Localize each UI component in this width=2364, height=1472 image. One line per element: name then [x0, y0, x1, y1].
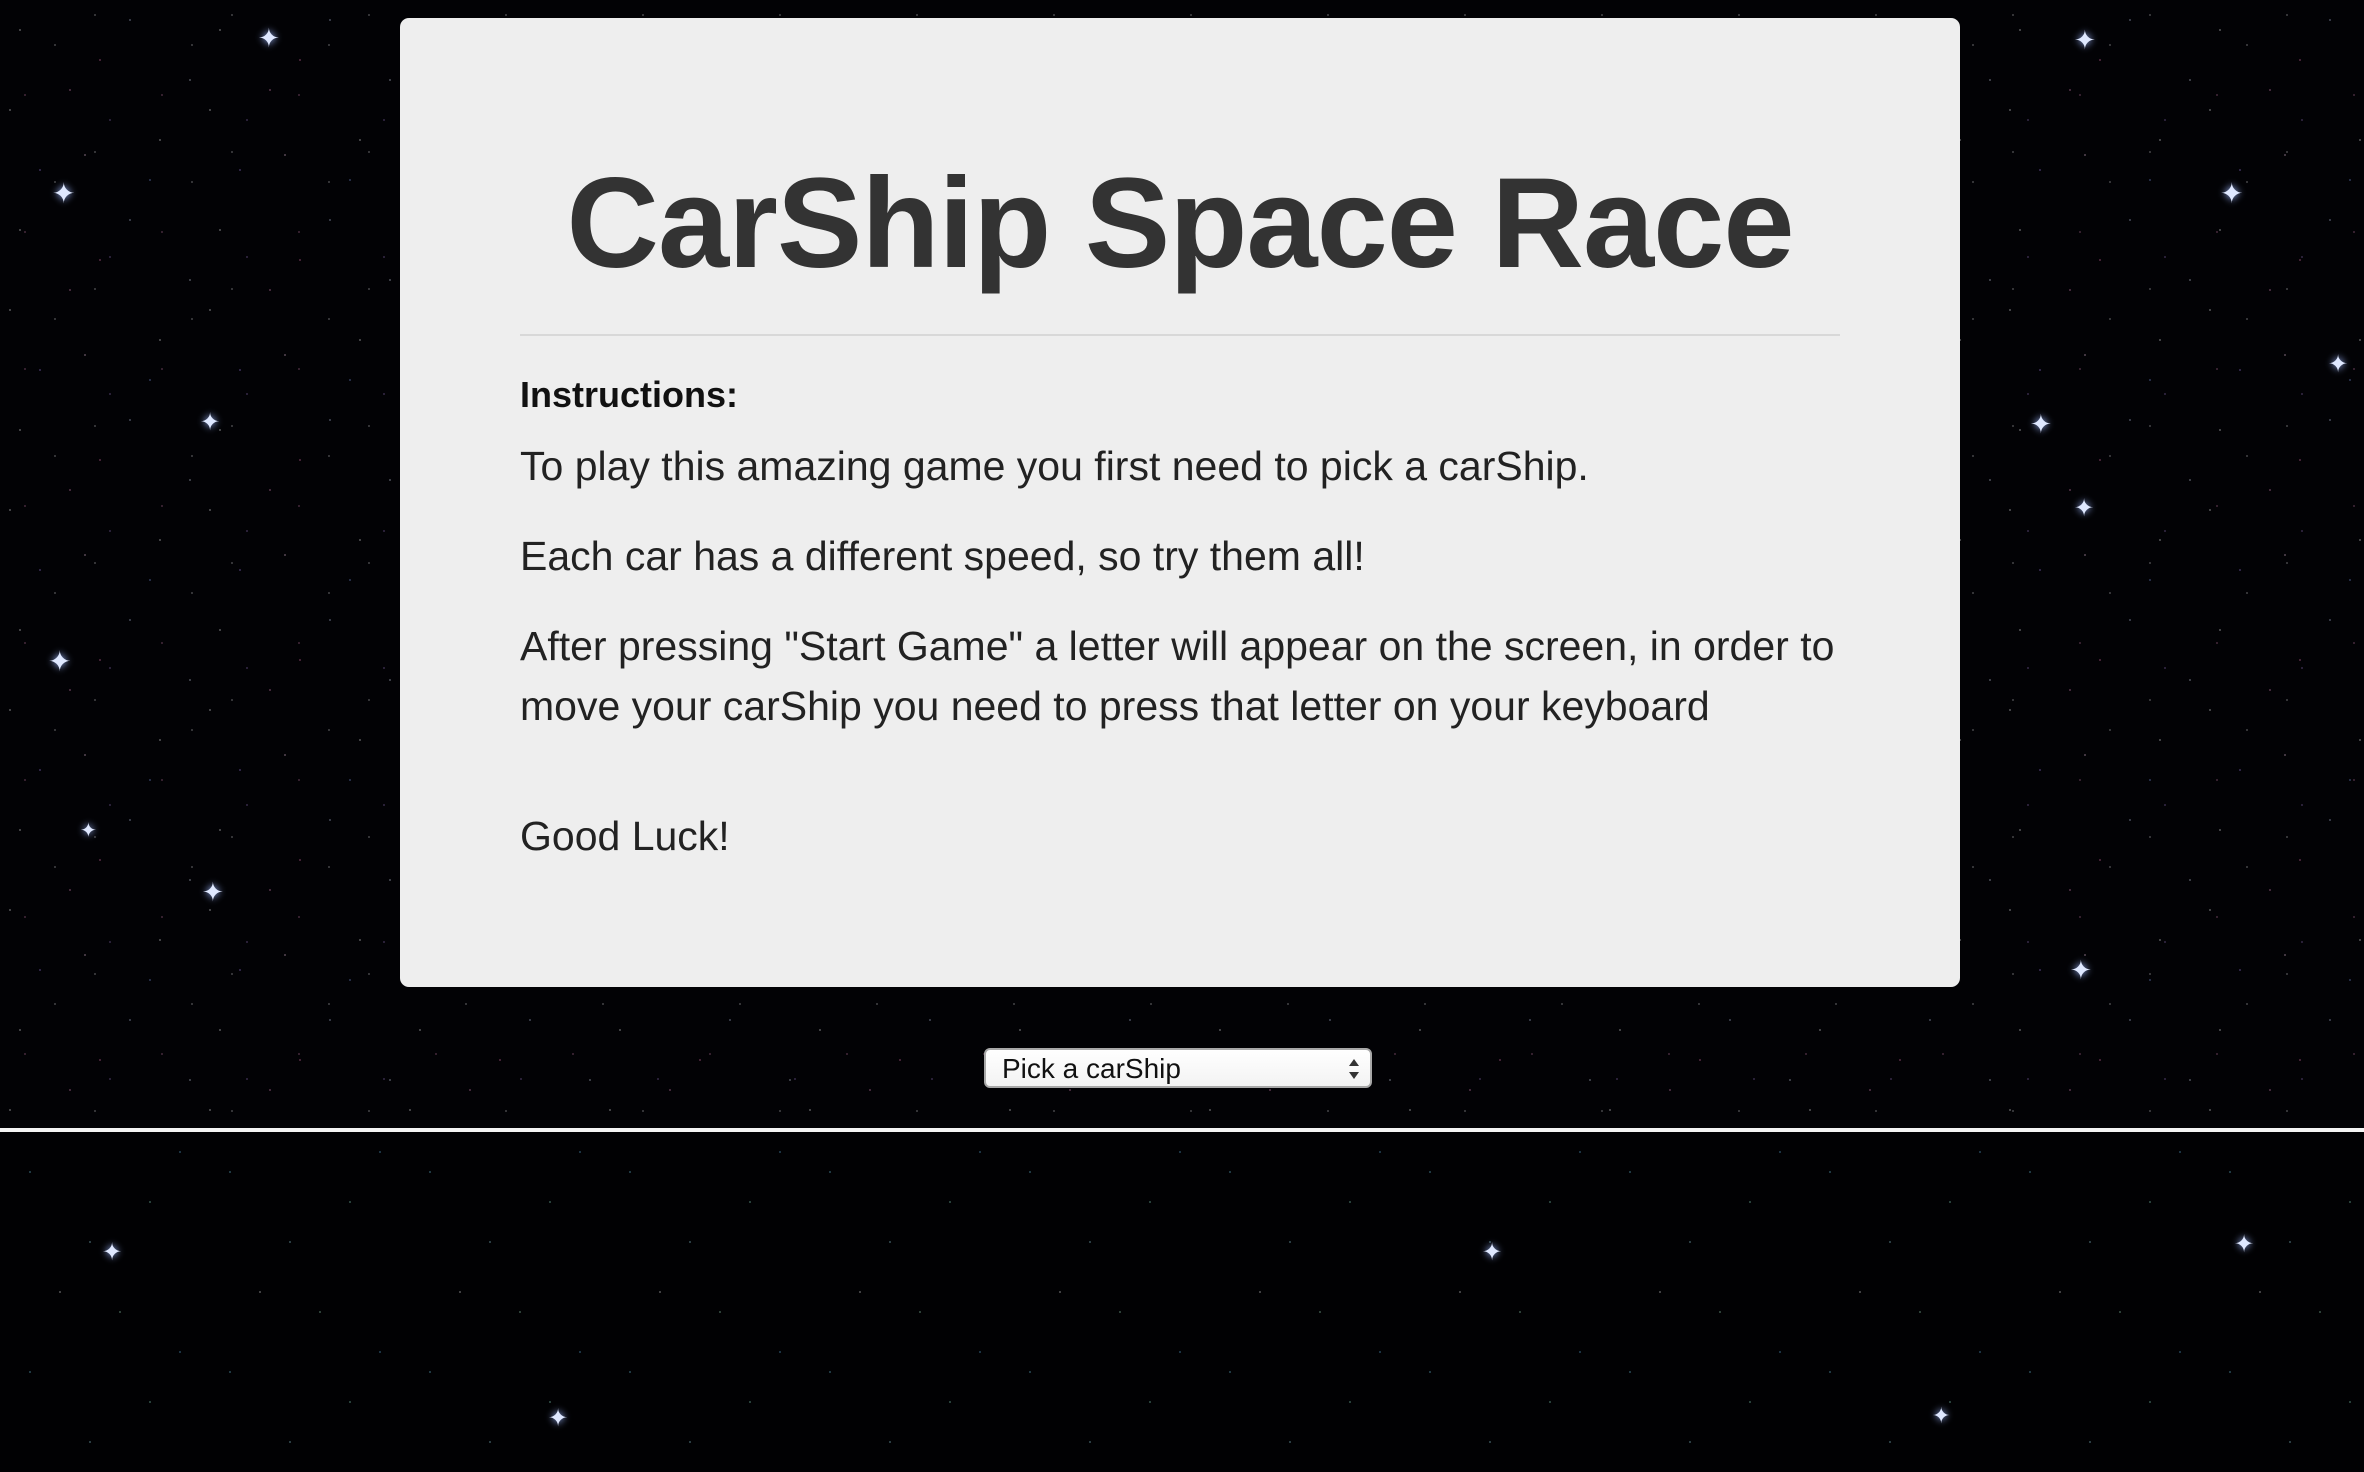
sparkle-icon: ✦ [202, 878, 224, 908]
instruction-paragraph: Each car has a different speed, so try t… [520, 533, 1365, 579]
title-divider [520, 334, 1840, 336]
sparkle-icon: ✦ [2074, 494, 2095, 522]
sparkle-icon: ✦ [1482, 1238, 1503, 1266]
race-track-area [0, 1132, 2364, 1472]
sparkle-icon: ✦ [2070, 956, 2092, 986]
good-luck-text: Good Luck! [520, 813, 730, 859]
page-title: CarShip Space Race [566, 152, 1795, 295]
instructions-heading: Instructions: [520, 374, 739, 415]
sparkle-icon: ✦ [548, 1404, 569, 1432]
sparkle-icon: ✦ [2030, 410, 2052, 440]
sparkle-icon: ✦ [2234, 1230, 2255, 1258]
sparkle-icon: ✦ [258, 24, 280, 54]
instructions-card: CarShip Space Race Instructions: To play… [400, 18, 1960, 987]
sparkle-icon: ✦ [1932, 1404, 1951, 1429]
sparkle-icon: ✦ [48, 645, 72, 678]
instruction-paragraph: After pressing "Start Game" a letter wil… [520, 623, 1835, 729]
sparkle-icon: ✦ [80, 818, 97, 842]
sparkle-icon: ✦ [52, 177, 76, 210]
carship-select[interactable]: Pick a carShip Pick a carShip [984, 1048, 1372, 1088]
sparkle-icon: ✦ [2328, 350, 2349, 378]
game-page: ✦ ✦ ✦ ✦ ✦ ✦ ✦ ✦ ✦ ✦ ✦ ✦ ✦ ✦ ✦ ✦ ✦ CarShi… [0, 0, 2364, 1472]
sparkle-icon: ✦ [200, 408, 221, 436]
instruction-paragraph: To play this amazing game you first need… [520, 443, 1589, 489]
sparkle-icon: ✦ [2074, 26, 2096, 56]
sparkle-icon: ✦ [2220, 177, 2244, 210]
sparkle-icon: ✦ [102, 1238, 123, 1266]
